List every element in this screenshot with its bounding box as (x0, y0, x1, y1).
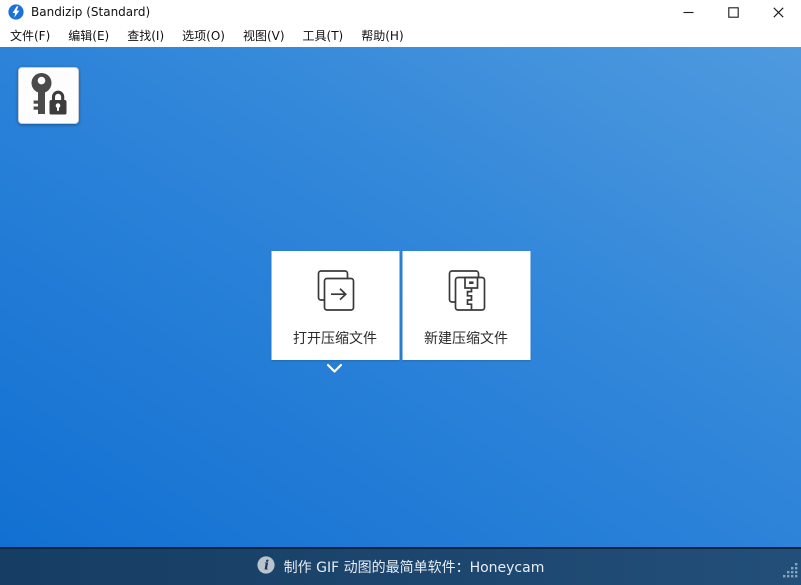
minimize-button[interactable] (666, 0, 711, 24)
close-icon (773, 6, 784, 18)
key-lock-icon (28, 72, 70, 120)
bandizip-bolt-icon (8, 4, 24, 20)
menu-find[interactable]: 查找(I) (118, 24, 173, 47)
menu-tools[interactable]: 工具(T) (294, 24, 353, 47)
menu-help[interactable]: 帮助(H) (352, 24, 412, 47)
new-archive-label: 新建压缩文件 (424, 330, 508, 346)
chevron-down-icon (326, 359, 343, 378)
new-archive-button[interactable]: 新建压缩文件 (402, 251, 530, 360)
open-archive-label: 打开压缩文件 (293, 330, 377, 346)
recent-files-expander[interactable] (326, 363, 343, 374)
center-buttons: 打开压缩文件 新建压缩文件 (271, 251, 530, 360)
menu-edit[interactable]: 编辑(E) (59, 24, 118, 47)
menu-file[interactable]: 文件(F) (1, 24, 59, 47)
bandizip-window: Bandizip (Standard) 文件(F) 编辑(E) 查找(I) 选项… (0, 0, 801, 585)
window-title: Bandizip (Standard) (31, 5, 151, 19)
menubar: 文件(F) 编辑(E) 查找(I) 选项(O) 视图(V) 工具(T) 帮助(H… (0, 24, 801, 47)
info-icon: i (257, 556, 275, 578)
new-archive-icon (443, 268, 489, 317)
maximize-button[interactable] (711, 0, 756, 24)
main-area: 打开压缩文件 新建压缩文件 (0, 47, 801, 547)
maximize-icon (728, 6, 739, 18)
menu-view[interactable]: 视图(V) (234, 24, 294, 47)
resize-grip[interactable] (783, 563, 798, 582)
titlebar: Bandizip (Standard) (0, 0, 801, 24)
status-message: 制作 GIF 动图的最简单软件：Honeycam (283, 560, 545, 576)
close-button[interactable] (756, 0, 801, 24)
minimize-icon (683, 11, 694, 13)
caption-buttons (666, 0, 801, 24)
statusbar: i 制作 GIF 动图的最简单软件：Honeycam (0, 547, 801, 585)
password-manager-button[interactable] (18, 67, 79, 124)
menu-options[interactable]: 选项(O) (173, 24, 234, 47)
open-archive-button[interactable]: 打开压缩文件 (271, 251, 399, 360)
status-ad[interactable]: i 制作 GIF 动图的最简单软件：Honeycam (257, 556, 545, 578)
svg-text:i: i (264, 559, 269, 574)
open-archive-icon (312, 268, 358, 317)
